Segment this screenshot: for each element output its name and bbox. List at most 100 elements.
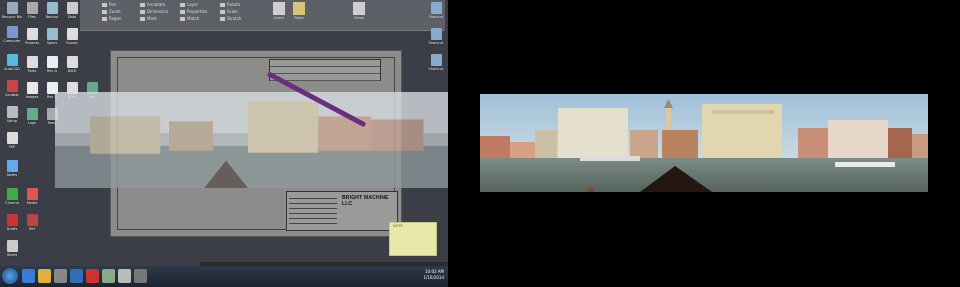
acrobat-icon bbox=[6, 80, 18, 92]
sticky-note[interactable]: NOTE bbox=[389, 222, 437, 256]
desktop-icon[interactable]: Setup bbox=[2, 106, 22, 123]
desktop-icon-label: Recycle Bin bbox=[2, 15, 22, 19]
desktop-icon-label: Images bbox=[25, 95, 39, 99]
sticky-line: NOTE bbox=[393, 224, 403, 228]
desktop-icon[interactable]: Projects bbox=[22, 28, 42, 45]
desktop-icon[interactable]: Acrobat bbox=[2, 80, 22, 97]
file-icon bbox=[26, 82, 38, 94]
desktop-icon[interactable]: Files bbox=[22, 2, 42, 19]
file-icon bbox=[66, 28, 78, 40]
ribbon-button[interactable]: Properties bbox=[180, 9, 207, 15]
panorama-highlight bbox=[55, 92, 448, 188]
venice-panorama-image bbox=[480, 94, 928, 192]
desktop-icon-label: DWG bbox=[67, 69, 77, 73]
desktop-icon[interactable]: Shortcut bbox=[426, 2, 446, 19]
desktop-icon-label: Parts bbox=[27, 69, 37, 73]
desktop-icon[interactable]: Drafts bbox=[2, 214, 22, 231]
desktop-icon-label: Export bbox=[66, 41, 78, 45]
desktop-icon-label: Sheet bbox=[6, 253, 18, 257]
desktop-icon-label: AutoCAD bbox=[4, 67, 20, 71]
ribbon-large-button[interactable]: Paste bbox=[290, 2, 308, 26]
notes-icon bbox=[6, 160, 18, 172]
desktop-icon[interactable]: Parts bbox=[22, 56, 42, 73]
desktop-icon-label: Files bbox=[28, 15, 36, 19]
desktop-icon-label: Data bbox=[67, 15, 77, 19]
system-tray[interactable]: 10:03 AM 1/16/2014 bbox=[423, 269, 444, 281]
ribbon-button[interactable]: Scale bbox=[220, 9, 241, 15]
desktop-icon[interactable]: Backup bbox=[42, 2, 62, 19]
desktop-icon[interactable]: Media bbox=[22, 188, 42, 205]
desktop-icon[interactable]: Images bbox=[22, 82, 42, 99]
desktop-icon[interactable]: AutoCAD bbox=[2, 54, 22, 71]
desktop-icon-label: Specs bbox=[46, 41, 58, 45]
title-block-line bbox=[289, 203, 337, 204]
ribbon-group-2: Annotate Dimension Mark bbox=[140, 2, 168, 22]
computer-icon bbox=[6, 26, 18, 38]
autocad-taskbar-icon[interactable] bbox=[86, 269, 99, 283]
sheet-icon bbox=[6, 240, 18, 252]
ribbon-button[interactable]: Zoom bbox=[102, 9, 122, 15]
title-block-line bbox=[289, 198, 337, 199]
ribbon-large-button[interactable]: Insert bbox=[270, 2, 288, 26]
desktop-icon[interactable]: Ref bbox=[22, 214, 42, 231]
ribbon-button[interactable]: Match bbox=[180, 16, 207, 22]
views-icon bbox=[353, 2, 365, 15]
file-icon bbox=[46, 56, 58, 68]
shortcut-icon bbox=[430, 2, 442, 14]
ribbon-button[interactable]: Mark bbox=[140, 16, 168, 22]
ribbon-button[interactable]: Dimension bbox=[140, 9, 168, 15]
desktop-icon[interactable]: Export bbox=[62, 28, 82, 45]
cad-ribbon: Pan Zoom Regen Annotate Dimension Mark L… bbox=[80, 0, 445, 31]
file-icon bbox=[46, 28, 58, 40]
desktop-icon[interactable]: Shortcut bbox=[426, 54, 446, 71]
ie-taskbar-icon[interactable] bbox=[22, 269, 35, 283]
ribbon-button[interactable]: Rotate bbox=[220, 2, 241, 8]
ribbon-large-label: Views bbox=[353, 16, 365, 20]
desktop-icon-label: Ref bbox=[29, 227, 35, 231]
desktop-icon-label: Shortcut bbox=[428, 15, 444, 19]
ribbon-button[interactable]: Annotate bbox=[140, 2, 168, 8]
desktop-icon-label: Rev A bbox=[46, 69, 57, 73]
start-button[interactable] bbox=[2, 268, 18, 284]
desktop-icon[interactable]: Data bbox=[62, 2, 82, 19]
pdf-icon bbox=[6, 132, 18, 144]
desktop-icon[interactable]: PDF bbox=[2, 132, 22, 149]
desktop-icon[interactable]: Recycle Bin bbox=[2, 2, 22, 19]
app-taskbar-icon[interactable] bbox=[54, 269, 67, 283]
file-icon bbox=[46, 2, 58, 14]
explorer-taskbar-icon[interactable] bbox=[38, 269, 51, 283]
desktop-icon[interactable]: DWG bbox=[62, 56, 82, 73]
ribbon-group-3: Layer Properties Match bbox=[180, 2, 207, 22]
file-icon bbox=[26, 108, 38, 120]
ribbon-button[interactable]: Stretch bbox=[220, 16, 241, 22]
tools-icon bbox=[6, 214, 18, 226]
revision-row bbox=[270, 60, 380, 67]
revision-table bbox=[269, 59, 381, 81]
setup-icon bbox=[6, 106, 18, 118]
ribbon-group-4: Rotate Scale Stretch bbox=[220, 2, 241, 22]
ribbon-large-button[interactable]: Views bbox=[350, 2, 368, 26]
taskbar: 10:03 AM 1/16/2014 bbox=[0, 266, 448, 287]
app-taskbar-icon[interactable] bbox=[118, 269, 131, 283]
desktop-icon[interactable]: Computer bbox=[2, 26, 22, 43]
desktop-icon[interactable]: Rev A bbox=[42, 56, 62, 73]
shortcut-icon bbox=[430, 28, 442, 40]
ribbon-group-1: Pan Zoom Regen bbox=[102, 2, 122, 22]
ribbon-button[interactable]: Pan bbox=[102, 2, 122, 8]
desktop-icon[interactable]: Notes bbox=[2, 160, 22, 177]
paste-icon bbox=[293, 2, 305, 15]
desktop-icon[interactable]: Logs bbox=[22, 108, 42, 125]
panorama-image-viewer[interactable] bbox=[480, 94, 928, 192]
clock-date: 1/16/2014 bbox=[423, 275, 444, 280]
desktop-icon-label: Setup bbox=[6, 119, 18, 123]
outlook-taskbar-icon[interactable] bbox=[70, 269, 83, 283]
desktop-icon[interactable]: Shortcut bbox=[426, 28, 446, 45]
ref-icon bbox=[26, 214, 38, 226]
ribbon-button[interactable]: Regen bbox=[102, 16, 122, 22]
desktop-icon[interactable]: Sheet bbox=[2, 240, 22, 257]
desktop-icon[interactable]: Specs bbox=[42, 28, 62, 45]
desktop-icon[interactable]: Chrome bbox=[2, 188, 22, 205]
app-taskbar-icon[interactable] bbox=[134, 269, 147, 283]
app-taskbar-icon[interactable] bbox=[102, 269, 115, 283]
ribbon-button[interactable]: Layer bbox=[180, 2, 207, 8]
